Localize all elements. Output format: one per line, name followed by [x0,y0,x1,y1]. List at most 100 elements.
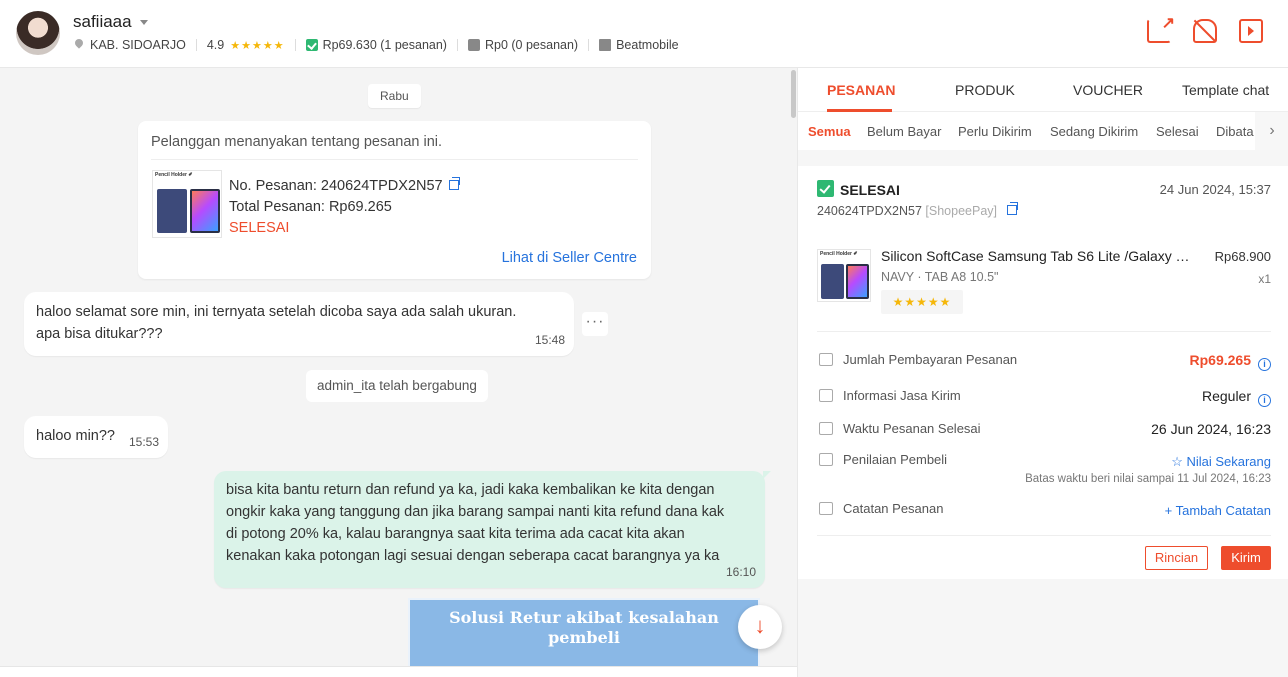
seller-centre-link[interactable]: Lihat di Seller Centre [502,250,637,266]
order-summary: No. Pesanan: 240624TPDX2N57 Total Pesana… [229,176,460,239]
copy-icon[interactable] [1006,202,1018,215]
order-id: 240624TPDX2N57 [817,204,922,218]
order-panel: PESANAN PRODUK VOUCHER Template chat Sem… [797,68,1288,677]
location-pin-icon [74,39,84,51]
more-options-button[interactable]: ··· [582,312,608,336]
tab-pesanan[interactable]: PESANAN [827,82,895,98]
tablet-screen-image [846,264,869,299]
payment-value-row: Rp69.265 i [1190,352,1271,371]
buyer-spent: Rp69.630 (1 pesanan) [322,38,447,52]
divider [294,39,296,51]
order-date: 24 Jun 2024, 15:37 [1159,182,1271,197]
payment-icon [819,353,833,366]
product-name[interactable]: Silicon SoftCase Samsung Tab S6 Lite /Ga… [881,248,1193,264]
panel-tabs: PESANAN PRODUK VOUCHER Template chat [798,68,1288,112]
review-deadline: Batas waktu beri nilai sampai 11 Jul 202… [1025,473,1271,485]
tablet-case-image [821,264,844,299]
payment-method: [ShopeePay] [925,204,998,218]
tab-voucher[interactable]: VOUCHER [1073,82,1143,98]
buyer-avatar[interactable] [16,11,60,55]
calendar-icon [819,422,833,435]
divider [817,535,1271,536]
incoming-message: haloo min?? 15:53 [24,416,168,458]
share-icon[interactable] [1147,13,1175,43]
subtab-perlu-dikirim[interactable]: Perlu Dikirim [958,124,1032,139]
note-label: Catatan Pesanan [843,501,944,516]
info-icon[interactable]: i [1258,358,1271,371]
mute-notification-icon[interactable] [1193,19,1217,43]
header-actions [1147,13,1263,43]
message-text: haloo min?? [36,428,115,444]
payment-label: Jumlah Pembayaran Pesanan [843,352,1018,367]
payment-value: Rp69.265 [1189,352,1251,368]
divider [456,39,458,51]
shipping-value-row: Reguler i [1202,388,1271,407]
order-total: Total Pesanan: Rp69.265 [229,199,392,215]
product-rating-stars: ★★★★★ [881,290,963,314]
buyer-refund: Rp0 (0 pesanan) [484,38,579,52]
scrollbar-thumb[interactable] [791,70,796,118]
message-time: 15:53 [128,435,159,449]
message-text: haloo selamat sore min, ini ternyata set… [36,304,517,320]
divider [151,159,638,160]
panel-empty-area [798,579,1288,677]
message-input-area[interactable] [0,666,797,677]
buyer-meta: KAB. SIDOARJO 4.9 ★★★★★ Rp69.630 (1 pesa… [74,38,679,52]
subtab-semua[interactable]: Semua [808,124,851,139]
tablet-screen-image [190,189,220,233]
message-text: apa bisa ditukar??? [36,326,163,342]
product-thumbnail[interactable]: Pencil Holder ✐ [817,249,871,302]
subtab-belum-bayar[interactable]: Belum Bayar [867,124,941,139]
message-time: 16:10 [725,565,756,579]
completed-time-label: Waktu Pesanan Selesai [843,421,981,436]
refund-icon [467,39,480,51]
review-icon [819,453,833,466]
divider [195,39,197,51]
image-title-line: Solusi Retur akibat kesalahan [449,608,719,627]
buyer-rating: 4.9 [206,38,225,52]
copy-icon[interactable] [448,177,460,190]
order-status-label: SELESAI [840,182,900,198]
send-order-button[interactable]: Kirim [1221,546,1271,570]
message-text: ongkir kaka yang tanggung dan jika baran… [226,504,725,520]
buyer-location: KAB. SIDOARJO [90,38,186,52]
info-icon[interactable]: i [1258,394,1271,407]
shop-name: Beatmobile [616,38,679,52]
add-note-link[interactable]: + Tambah Catatan [1165,503,1271,518]
order-status: SELESAI [229,220,290,236]
chat-messages[interactable]: Rabu Pelanggan menanyakan tentang pesana… [0,68,797,677]
image-title: Solusi Retur akibat kesalahan pembeli [410,608,758,648]
subtab-selesai[interactable]: Selesai [1156,124,1199,139]
outgoing-message: bisa kita bantu return dan refund ya ka,… [214,471,771,588]
subtab-dibatalkan[interactable]: Dibata [1216,124,1254,139]
order-number: No. Pesanan: 240624TPDX2N57 [229,178,443,194]
star-rating-icon: ★★★★★ [230,39,285,52]
collapse-panel-icon[interactable] [1239,19,1263,43]
order-inquiry-text: Pelanggan menanyakan tentang pesanan ini… [151,134,443,150]
chat-scrollbar[interactable] [790,68,797,677]
detail-button[interactable]: Rincian [1145,546,1208,570]
message-text: kenakan kaka potongan lagi sesuai dengan… [226,548,720,564]
incoming-message: haloo selamat sore min, ini ternyata set… [24,292,574,356]
buyer-name-dropdown[interactable]: safiiaaa [73,12,148,32]
scroll-to-bottom-button[interactable]: ↓ [738,605,782,649]
thumbnail-label: Pencil Holder ✐ [155,172,193,178]
shipping-label: Informasi Jasa Kirim [843,388,961,403]
chevron-right-icon[interactable]: › [1255,112,1288,150]
order-status-tabs: Semua Belum Bayar Perlu Dikirim Sedang D… [798,112,1288,150]
thumbnail-label: Pencil Holder ✐ [820,251,858,257]
message-text: bisa kita bantu return dan refund ya ka,… [226,482,715,498]
subtab-sedang-dikirim[interactable]: Sedang Dikirim [1050,124,1138,139]
order-number-row: No. Pesanan: 240624TPDX2N57 [229,176,460,197]
date-separator: Rabu [368,84,421,108]
buyer-username: safiiaaa [73,12,132,31]
review-label: Penilaian Pembeli [843,452,948,467]
shipping-value: Reguler [1201,388,1251,404]
tab-template-chat[interactable]: Template chat [1182,82,1269,98]
rate-now-link[interactable]: ☆ Nilai Sekarang [1171,454,1271,470]
order-card: SELESAI 24 Jun 2024, 15:37 240624TPDX2N5… [798,166,1288,579]
tablet-case-image [157,189,187,233]
divider [817,331,1271,332]
tab-produk[interactable]: PRODUK [955,82,1015,98]
product-thumbnail: Pencil Holder ✐ [152,170,222,238]
